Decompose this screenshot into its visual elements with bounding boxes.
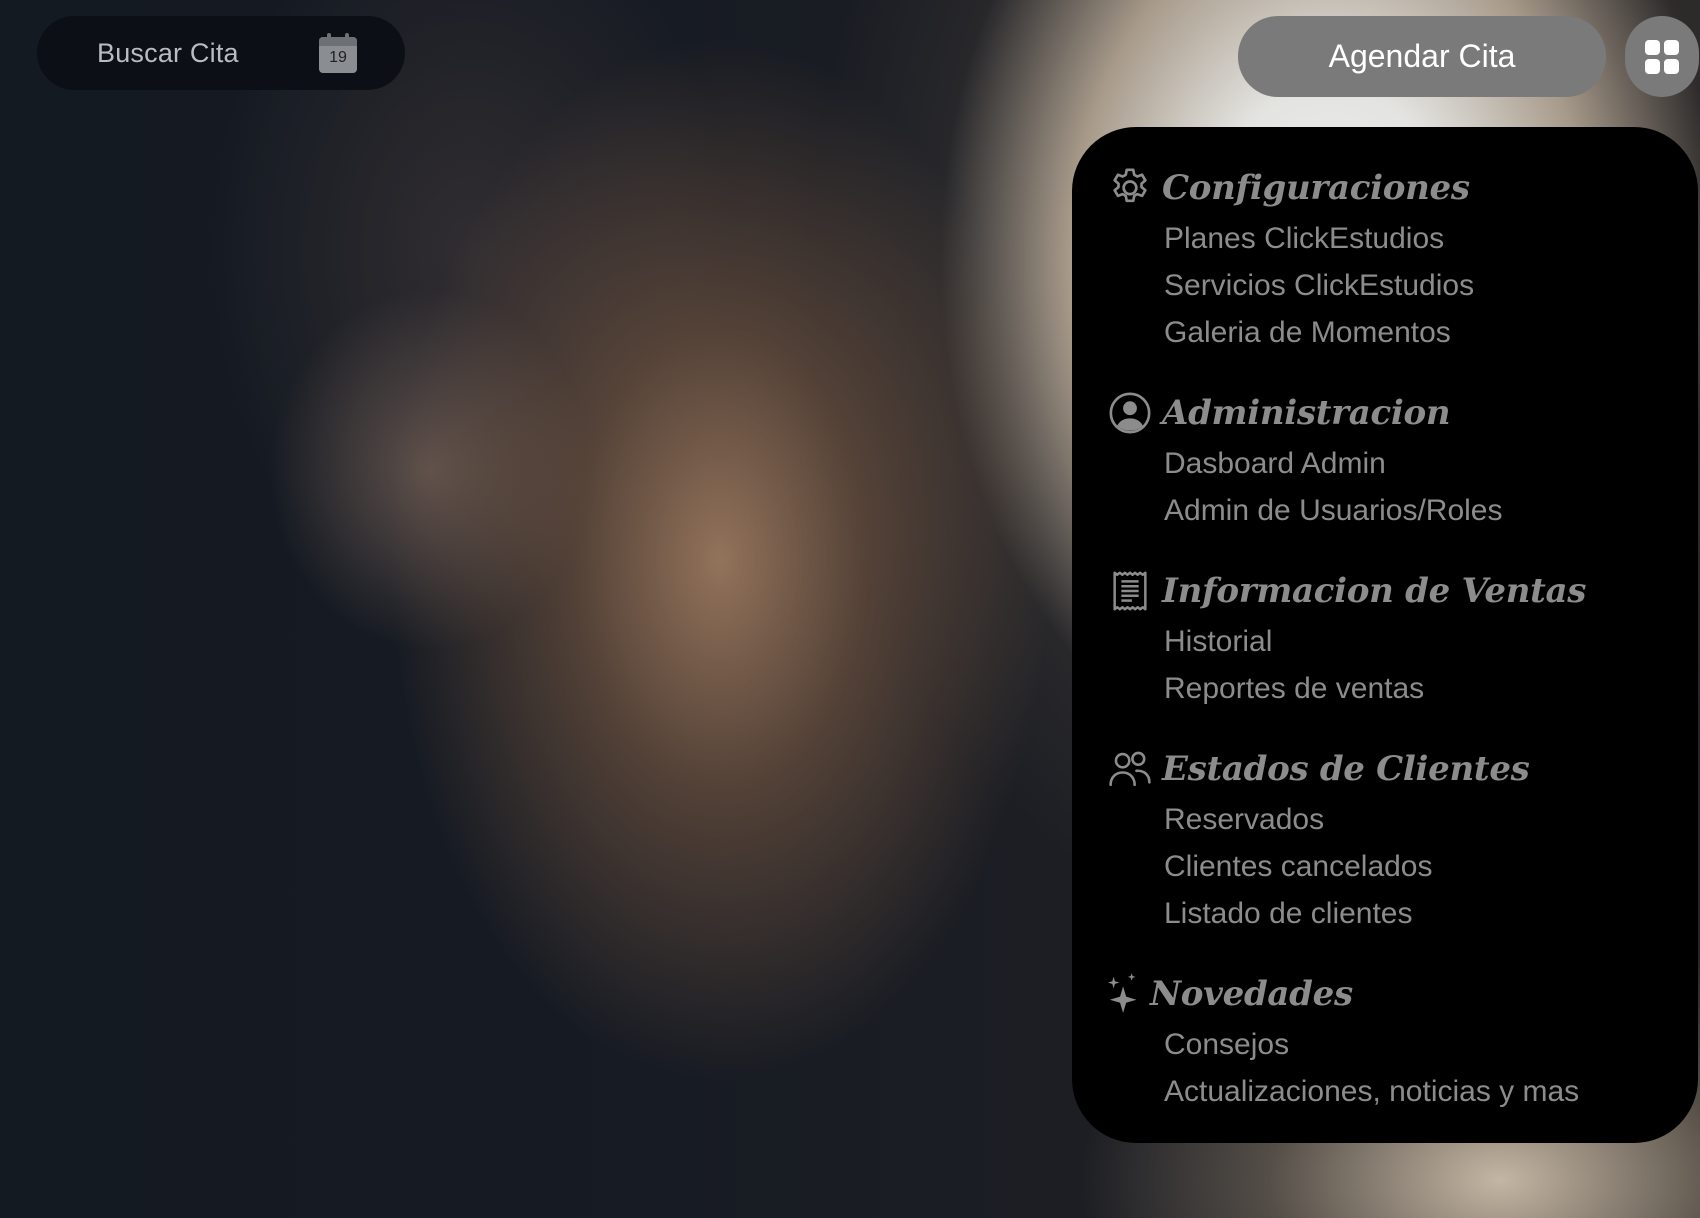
section-title: Novedades <box>1150 974 1353 1014</box>
section-header-configuraciones[interactable]: Configuraciones <box>1106 161 1698 215</box>
sparkles-icon <box>1106 970 1144 1018</box>
menu-item-planes[interactable]: Planes ClickEstudios <box>1164 215 1698 262</box>
receipt-icon <box>1106 567 1154 615</box>
menu-item-galeria[interactable]: Galeria de Momentos <box>1164 309 1698 356</box>
menu-item-consejos[interactable]: Consejos <box>1164 1021 1698 1068</box>
menu-item-reservados[interactable]: Reservados <box>1164 796 1698 843</box>
search-label: Buscar Cita <box>97 37 239 68</box>
menu-item-admin-usuarios[interactable]: Admin de Usuarios/Roles <box>1164 487 1698 534</box>
section-title: Estados de Clientes <box>1162 749 1530 789</box>
calendar-icon[interactable]: 19 <box>319 33 357 73</box>
menu-item-dashboard-admin[interactable]: Dasboard Admin <box>1164 440 1698 487</box>
menu-toggle-button[interactable] <box>1625 16 1699 97</box>
menu-item-servicios[interactable]: Servicios ClickEstudios <box>1164 262 1698 309</box>
users-icon <box>1106 745 1154 793</box>
menu-item-listado[interactable]: Listado de clientes <box>1164 890 1698 937</box>
section-header-administracion[interactable]: Administracion <box>1106 386 1698 440</box>
user-circle-icon <box>1106 389 1154 437</box>
gear-icon <box>1106 164 1154 212</box>
menu-section-ventas: Informacion de Ventas Historial Reportes… <box>1106 564 1698 712</box>
menu-section-clientes: Estados de Clientes Reservados Clientes … <box>1106 742 1698 937</box>
menu-item-cancelados[interactable]: Clientes cancelados <box>1164 843 1698 890</box>
section-title: Configuraciones <box>1162 168 1470 208</box>
search-appointment-button[interactable]: Buscar Cita 19 <box>37 16 405 90</box>
section-header-clientes[interactable]: Estados de Clientes <box>1106 742 1698 796</box>
section-header-novedades[interactable]: Novedades <box>1106 967 1698 1021</box>
menu-item-actualizaciones[interactable]: Actualizaciones, noticias y mas <box>1164 1068 1698 1115</box>
dropdown-menu: Configuraciones Planes ClickEstudios Ser… <box>1072 127 1698 1143</box>
grid-icon <box>1645 39 1679 74</box>
section-header-ventas[interactable]: Informacion de Ventas <box>1106 564 1698 618</box>
menu-section-configuraciones: Configuraciones Planes ClickEstudios Ser… <box>1106 161 1698 356</box>
section-title: Administracion <box>1162 393 1451 433</box>
section-title: Informacion de Ventas <box>1162 571 1587 611</box>
menu-section-novedades: Novedades Consejos Actualizaciones, noti… <box>1106 967 1698 1115</box>
menu-item-reportes[interactable]: Reportes de ventas <box>1164 665 1698 712</box>
menu-item-historial[interactable]: Historial <box>1164 618 1698 665</box>
calendar-day: 19 <box>329 49 347 66</box>
menu-section-administracion: Administracion Dasboard Admin Admin de U… <box>1106 386 1698 534</box>
schedule-appointment-button[interactable]: Agendar Cita <box>1238 16 1606 97</box>
